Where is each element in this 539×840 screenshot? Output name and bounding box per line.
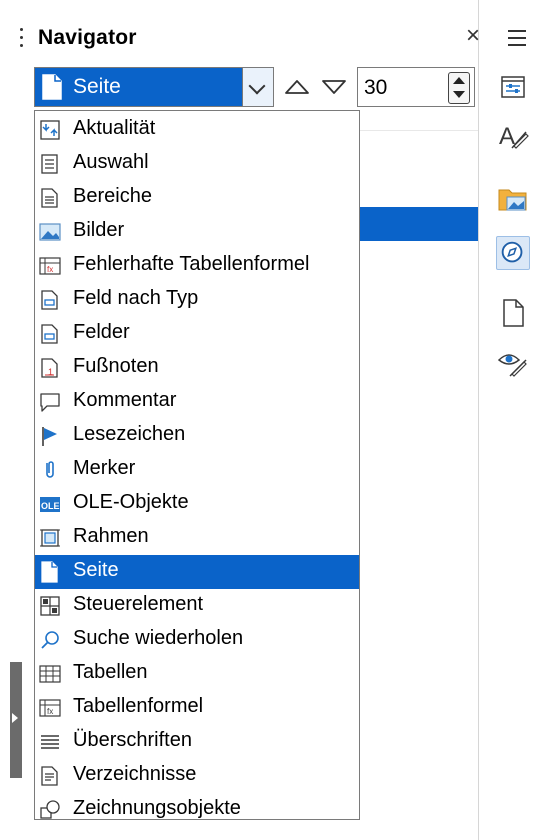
expand-arrow-icon <box>12 713 18 723</box>
list-item-label: Bilder <box>73 219 125 241</box>
list-item-feld-nach-typ[interactable]: Feld nach Typ <box>35 283 359 317</box>
styles-icon[interactable]: A <box>496 118 530 152</box>
search-icon <box>41 631 59 649</box>
list-item-label: Lesezeichen <box>73 423 186 445</box>
svg-text:fx: fx <box>47 707 53 716</box>
panel-title: Navigator <box>38 26 137 49</box>
list-item-label: Zeichnungsobjekte <box>73 797 241 819</box>
gallery-icon[interactable] <box>496 182 530 216</box>
panel-titlebar: Navigator × <box>14 22 480 56</box>
list-item-zeichnungsobjekte[interactable]: Zeichnungsobjekte <box>35 793 359 819</box>
list-item-bereiche[interactable]: Bereiche <box>35 181 359 215</box>
table-formula-icon: fx <box>39 699 61 717</box>
list-item-label: Kommentar <box>73 389 177 411</box>
list-item-auswahl[interactable]: Auswahl <box>35 147 359 181</box>
next-arrow-icon[interactable] <box>320 76 348 98</box>
list-item-fussnoten[interactable]: 1 Fußnoten <box>35 351 359 385</box>
list-item-tabellenformel[interactable]: fx Tabellenformel <box>35 691 359 725</box>
section-icon <box>41 188 58 208</box>
field-type-icon <box>41 290 58 310</box>
svg-text:fx: fx <box>47 265 53 274</box>
drawing-object-icon <box>40 800 60 819</box>
index-icon <box>41 766 58 786</box>
list-item-merker[interactable]: Merker <box>35 453 359 487</box>
content-selected-row[interactable] <box>360 207 478 241</box>
category-list-popup: Aktualität Auswahl Bereiche Bilder fx Fe… <box>34 110 360 820</box>
list-item-steuerelement[interactable]: Steuerelement <box>35 589 359 623</box>
previous-arrow-icon[interactable] <box>283 76 311 98</box>
list-item-tabellen[interactable]: Tabellen <box>35 657 359 691</box>
panel-divider <box>478 0 479 840</box>
image-icon <box>39 223 61 241</box>
list-item-label: Feld nach Typ <box>73 287 199 309</box>
ole-object-icon: OLE <box>40 497 60 512</box>
bookmark-flag-icon <box>42 427 57 446</box>
list-item-seite[interactable]: Seite <box>35 555 359 589</box>
refresh-icon <box>40 120 60 140</box>
list-item-label: Seite <box>73 559 119 581</box>
page-icon <box>42 74 62 100</box>
list-item-label: Bereiche <box>73 185 152 207</box>
navigator-deck-button[interactable] <box>496 236 530 270</box>
list-item-label: Felder <box>73 321 130 343</box>
chevron-down-icon <box>248 77 266 95</box>
table-icon <box>39 665 61 683</box>
content-divider <box>360 130 478 131</box>
spin-up-icon[interactable] <box>453 77 465 84</box>
dropdown-value: Seite <box>73 75 121 98</box>
selection-icon <box>41 154 58 174</box>
page-icon <box>41 561 58 583</box>
page-number-value: 30 <box>364 76 388 99</box>
close-icon[interactable]: × <box>466 22 480 50</box>
control-icon <box>40 596 60 616</box>
headings-icon <box>41 735 59 749</box>
drag-grip-icon[interactable] <box>20 28 23 50</box>
list-item-ole-objekte[interactable]: OLE OLE-Objekte <box>35 487 359 521</box>
style-inspector-icon[interactable] <box>496 346 530 380</box>
spin-buttons[interactable] <box>448 72 470 104</box>
sidebar-menu-icon[interactable] <box>508 26 526 51</box>
list-item-label: Verzeichnisse <box>73 763 197 785</box>
comment-icon <box>40 393 60 412</box>
dropdown-arrow-button[interactable] <box>242 68 273 106</box>
list-item-fehlerhafte-tabellenformel[interactable]: fx Fehlerhafte Tabellenformel <box>35 249 359 283</box>
list-item-label: Merker <box>73 457 136 479</box>
list-item-felder[interactable]: Felder <box>35 317 359 351</box>
svg-text:A: A <box>499 123 515 150</box>
list-item-rahmen[interactable]: Rahmen <box>35 521 359 555</box>
spin-down-icon[interactable] <box>453 91 465 98</box>
list-item-lesezeichen[interactable]: Lesezeichen <box>35 419 359 453</box>
list-item-label: Aktualität <box>73 117 156 139</box>
list-item-label: Rahmen <box>73 525 149 547</box>
list-item-label: OLE-Objekte <box>73 491 189 513</box>
page-number-spinbox[interactable]: 30 <box>357 67 475 107</box>
navigator-icon <box>501 241 523 263</box>
broken-formula-icon: fx <box>39 257 61 275</box>
frame-icon <box>40 529 60 547</box>
list-item-label: Auswahl <box>73 151 149 173</box>
list-item-label: Suche wiederholen <box>73 627 244 649</box>
left-edge <box>0 0 22 840</box>
paperclip-icon <box>46 461 54 478</box>
list-item-aktualitaet[interactable]: Aktualität <box>35 113 359 147</box>
svg-text:OLE: OLE <box>41 501 60 511</box>
properties-icon[interactable] <box>496 70 530 104</box>
page-icon[interactable] <box>496 296 530 330</box>
list-item-suche-wiederholen[interactable]: Suche wiederholen <box>35 623 359 657</box>
footnote-icon: 1 <box>41 358 58 378</box>
list-item-label: Fehlerhafte Tabellenformel <box>73 253 310 275</box>
category-dropdown[interactable]: Seite <box>34 67 274 107</box>
list-item-ueberschriften[interactable]: Überschriften <box>35 725 359 759</box>
fields-icon <box>41 324 58 344</box>
list-item-kommentar[interactable]: Kommentar <box>35 385 359 419</box>
list-item-bilder[interactable]: Bilder <box>35 215 359 249</box>
list-item-label: Überschriften <box>73 729 192 751</box>
list-item-label: Tabellenformel <box>73 695 204 717</box>
list-item-label: Tabellen <box>73 661 148 683</box>
list-item-verzeichnisse[interactable]: Verzeichnisse <box>35 759 359 793</box>
list-item-label: Steuerelement <box>73 593 204 615</box>
list-item-label: Fußnoten <box>73 355 159 377</box>
